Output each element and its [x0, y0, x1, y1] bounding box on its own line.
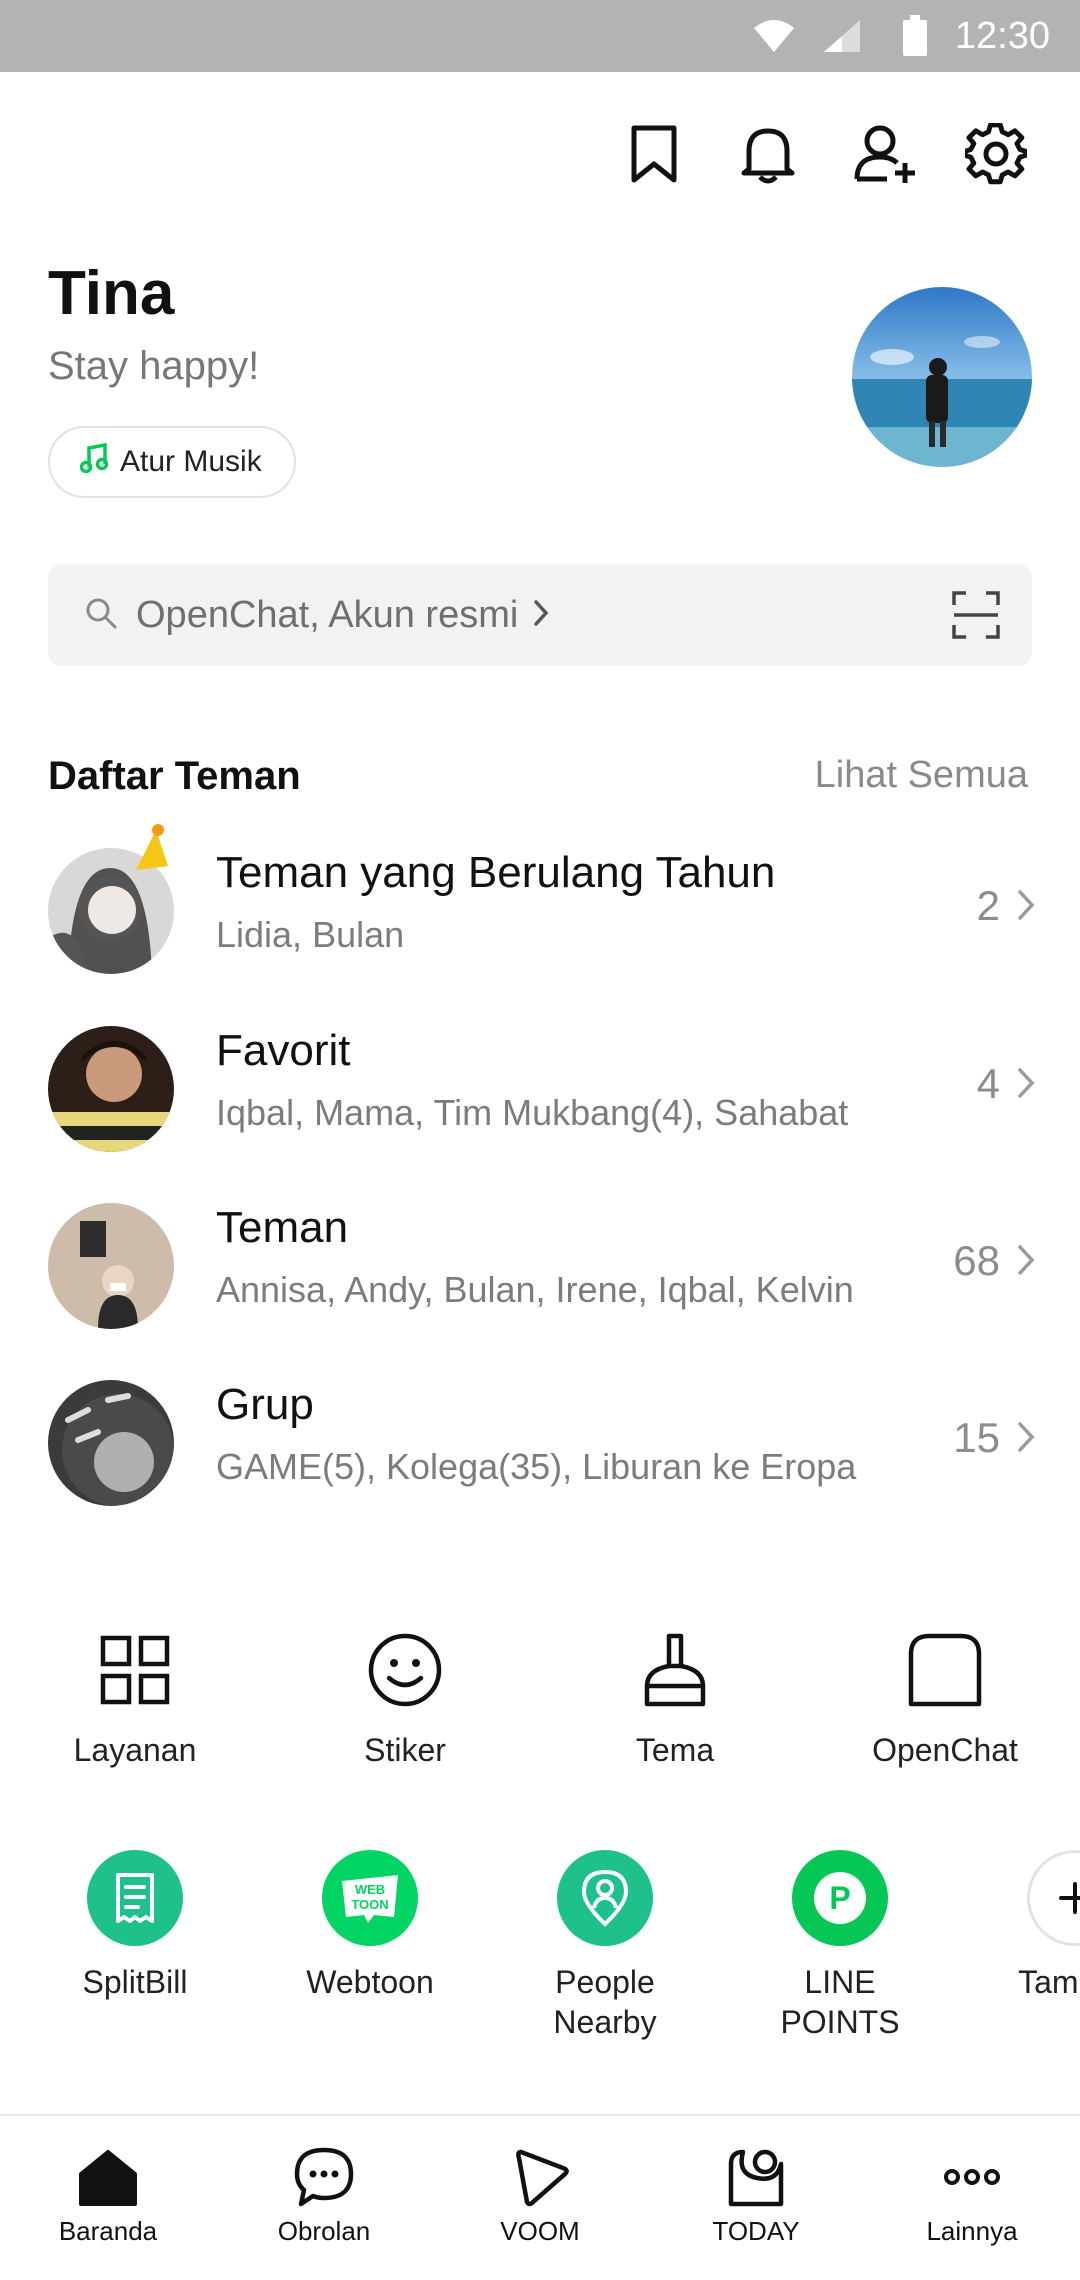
status-bar: 12:30	[0, 0, 1080, 72]
service-label: Tambah	[1018, 1964, 1080, 2000]
service-people-nearby[interactable]: People Nearby	[505, 1850, 705, 2042]
nav-more-label: Lainnya	[926, 2216, 1018, 2246]
friend-group-members: Iqbal, Mama, Tim Mukbang(4), Sahabat	[216, 1092, 849, 1133]
chat-icon	[294, 2147, 354, 2207]
service-label: People Nearby	[553, 1964, 657, 2040]
plus-icon	[1027, 1850, 1080, 1946]
service-label: LINE POINTS	[780, 1964, 900, 2040]
friend-group-title: Grup	[216, 1380, 314, 1429]
friend-avatar	[48, 1026, 174, 1152]
nav-voom[interactable]: VOOM	[460, 2144, 620, 2247]
service-add-more[interactable]: Tambah	[975, 1850, 1080, 2002]
chevron-right-icon	[1016, 1066, 1036, 1105]
nav-today[interactable]: TODAY	[676, 2144, 836, 2247]
add-friend-icon[interactable]	[850, 118, 922, 190]
friend-group-friends[interactable]: Teman Annisa, Andy, Bulan, Irene, Iqbal,…	[0, 1175, 1080, 1351]
friends-section-title: Daftar Teman	[48, 754, 301, 798]
signal-icon	[822, 0, 862, 72]
wifi-icon	[752, 0, 796, 72]
nav-chats-label: Obrolan	[277, 2216, 371, 2246]
chevron-right-icon	[1016, 1243, 1036, 1282]
chevron-right-icon	[1016, 888, 1036, 927]
friend-group-members: GAME(5), Kolega(35), Liburan ke Eropa	[216, 1446, 857, 1487]
see-all-link[interactable]: Lihat Semua	[815, 754, 1028, 797]
home-icon	[79, 2150, 137, 2206]
nav-chats[interactable]: Obrolan	[244, 2144, 404, 2247]
quick-services-label: Layanan	[73, 1732, 197, 1768]
bell-icon[interactable]	[732, 118, 804, 190]
nav-voom-label: VOOM	[500, 2216, 580, 2246]
bookmark-icon[interactable]	[618, 118, 690, 190]
friend-group-members: Lidia, Bulan	[216, 914, 405, 955]
chevron-right-icon	[1016, 1420, 1036, 1459]
nav-home-label: Baranda	[58, 2216, 158, 2246]
profile-status-message[interactable]: Stay happy!	[48, 344, 259, 389]
search-icon	[84, 596, 118, 635]
search-placeholder: OpenChat, Akun resmi	[136, 593, 519, 636]
friend-group-favorites[interactable]: Favorit Iqbal, Mama, Tim Mukbang(4), Sah…	[0, 998, 1080, 1174]
friend-group-title: Teman yang Berulang Tahun	[216, 848, 776, 897]
birthday-hat-icon	[128, 824, 172, 879]
quick-openchat-button[interactable]: OpenChat	[845, 1630, 1045, 1780]
profile-name[interactable]: Tina	[48, 258, 174, 329]
quick-themes-label: Tema	[635, 1732, 715, 1768]
nav-home[interactable]: Baranda	[28, 2144, 188, 2247]
service-label: Webtoon	[306, 1964, 434, 2000]
friend-group-members: Annisa, Andy, Bulan, Irene, Iqbal, Kelvi…	[216, 1269, 854, 1310]
friend-group-count: 2	[976, 882, 1000, 929]
receipt-icon	[87, 1850, 183, 1946]
friend-group-title: Teman	[216, 1203, 349, 1252]
quick-services-button[interactable]: Layanan	[35, 1630, 235, 1780]
voom-icon	[516, 2149, 569, 2207]
friend-group-birthday[interactable]: Teman yang Berulang Tahun Lidia, Bulan 2	[0, 820, 1080, 996]
gear-icon[interactable]	[960, 118, 1032, 190]
clock-text: 12:30	[954, 14, 1050, 57]
quick-stickers-label: Stiker	[364, 1732, 446, 1768]
nav-more[interactable]: Lainnya	[892, 2144, 1052, 2247]
friend-avatar	[48, 1380, 174, 1506]
service-label: SplitBill	[82, 1964, 188, 2000]
svg-text:TOON: TOON	[351, 1897, 388, 1912]
svg-text:P: P	[829, 1880, 850, 1916]
friend-avatar	[48, 1203, 174, 1329]
smiley-icon	[368, 1633, 442, 1707]
nav-today-label: TODAY	[712, 2216, 800, 2246]
openchat-icon	[908, 1633, 982, 1707]
chevron-right-icon	[532, 599, 550, 632]
brush-icon	[644, 1633, 706, 1707]
svg-text:WEB: WEB	[355, 1882, 385, 1897]
qr-scan-icon[interactable]	[952, 591, 1000, 639]
friend-group-title: Favorit	[216, 1026, 351, 1075]
points-icon: P	[792, 1850, 888, 1946]
friend-group-count: 68	[953, 1237, 1000, 1284]
service-splitbill[interactable]: SplitBill	[35, 1850, 235, 2002]
more-icon	[944, 2169, 1000, 2185]
profile-avatar[interactable]	[852, 287, 1032, 467]
set-music-label: Atur Musik	[120, 445, 262, 478]
grid-icon	[100, 1635, 170, 1705]
quick-openchat-label: OpenChat	[872, 1732, 1018, 1768]
service-webtoon[interactable]: WEB TOON Webtoon	[270, 1850, 470, 2002]
set-music-button[interactable]: Atur Musik	[48, 426, 296, 498]
search-bar[interactable]: OpenChat, Akun resmi	[48, 564, 1032, 666]
location-person-icon	[557, 1850, 653, 1946]
quick-stickers-button[interactable]: Stiker	[305, 1630, 505, 1780]
friend-group-count: 4	[976, 1060, 1000, 1107]
music-note-icon	[79, 442, 109, 481]
today-icon	[728, 2149, 784, 2207]
service-line-points[interactable]: P LINE POINTS	[740, 1850, 940, 2042]
quick-themes-button[interactable]: Tema	[575, 1630, 775, 1780]
webtoon-icon: WEB TOON	[322, 1850, 418, 1946]
battery-icon	[902, 0, 928, 72]
friend-group-count: 15	[953, 1414, 1000, 1461]
friend-group-groups[interactable]: Grup GAME(5), Kolega(35), Liburan ke Ero…	[0, 1352, 1080, 1528]
bottom-navigation: Baranda Obrolan VOOM TODAY Lainnya	[0, 2114, 1080, 2280]
